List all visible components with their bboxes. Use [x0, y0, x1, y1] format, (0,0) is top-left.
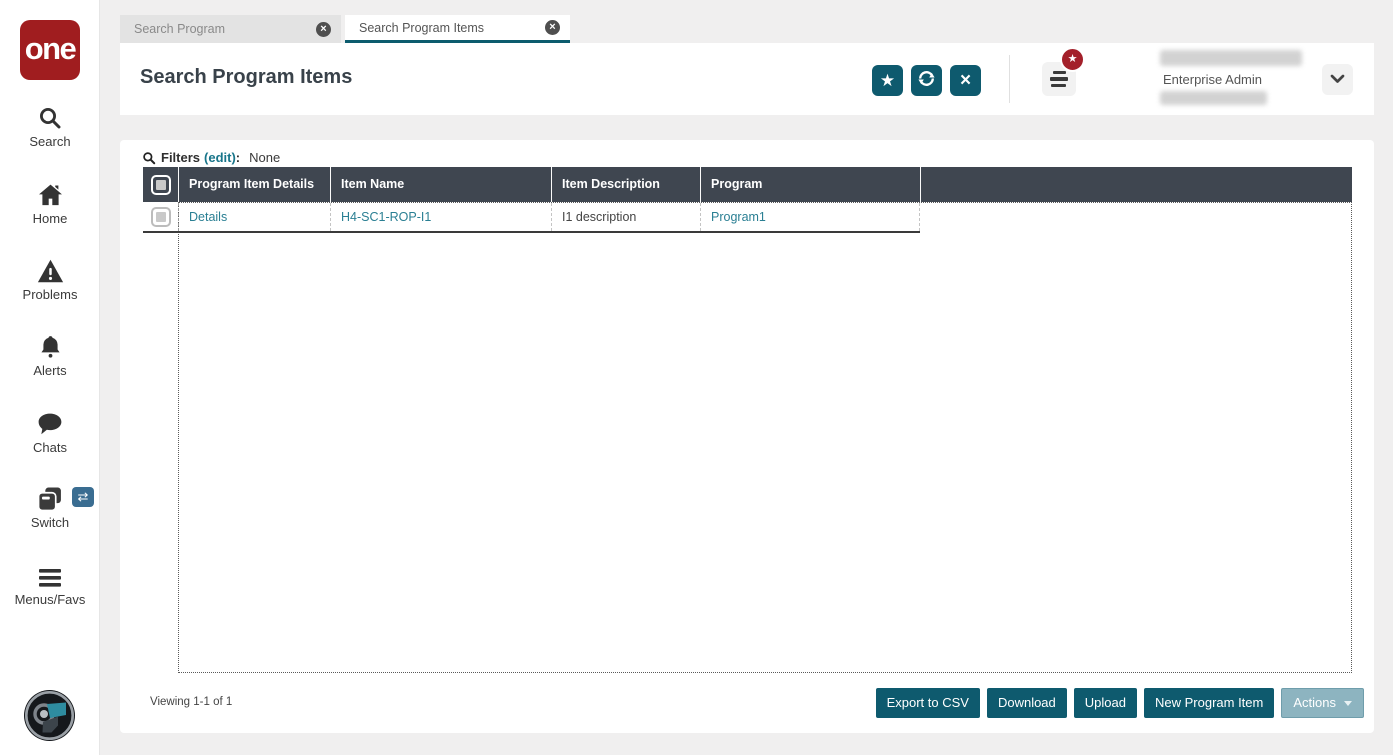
tab-close-icon[interactable]: × [545, 20, 560, 35]
favorite-button[interactable]: ★ [872, 65, 903, 96]
results-table: Program Item Details Item Name Item Desc… [143, 167, 1352, 673]
column-header-item-name[interactable]: Item Name [330, 167, 551, 202]
sidebar-item-search[interactable]: Search [0, 104, 100, 149]
actions-label: Actions [1293, 695, 1336, 710]
row-select-cell [143, 203, 178, 231]
item-name-link[interactable]: H4-SC1-ROP-I1 [341, 210, 431, 224]
tab-label: Search Program [134, 22, 226, 36]
sidebar-item-label: Search [29, 134, 71, 149]
sidebar: one Search Home Problems Alerts Chats Sw… [0, 0, 100, 755]
refresh-icon [917, 69, 936, 93]
favorites-badge: ★ [1060, 47, 1085, 72]
viewing-count: Viewing 1-1 of 1 [150, 696, 233, 708]
filter-search-icon [142, 151, 156, 165]
checkbox-fill [155, 179, 166, 190]
menu-bar [1053, 71, 1066, 75]
star-icon: ★ [879, 70, 896, 90]
item-description-text: I1 description [562, 210, 637, 224]
cell-program: Program1 [700, 203, 920, 231]
user-name-redacted [1160, 50, 1302, 66]
header-divider [1009, 55, 1010, 103]
filters-edit-link[interactable]: (edit) [204, 150, 236, 165]
download-button[interactable]: Download [986, 688, 1067, 718]
menu-icon [0, 562, 100, 589]
cell-item-description: I1 description [551, 203, 700, 231]
tab-close-icon[interactable]: × [316, 21, 331, 37]
app-root: one Search Home Problems Alerts Chats Sw… [0, 0, 1393, 755]
cell-program-item-details: Details [178, 203, 330, 231]
bell-icon [0, 333, 100, 360]
refresh-button[interactable] [911, 65, 942, 96]
sidebar-item-label: Menus/Favs [14, 592, 86, 607]
page-header: Search Program Items ★ × ★ Enterprise Ad… [120, 43, 1374, 115]
swap-arrows-icon: ⇄ [77, 489, 89, 504]
page-title: Search Program Items [140, 66, 353, 88]
new-program-item-button[interactable]: New Program Item [1143, 688, 1275, 718]
column-header-program[interactable]: Program [700, 167, 920, 202]
cell-item-name: H4-SC1-ROP-I1 [330, 203, 551, 231]
close-icon: × [959, 69, 972, 91]
sidebar-item-label: Switch [30, 515, 70, 530]
column-header-filler [920, 167, 1352, 202]
footer-actions: Export to CSV Download Upload New Progra… [875, 688, 1364, 718]
sidebar-item-home[interactable]: Home [0, 181, 100, 226]
sidebar-item-alerts[interactable]: Alerts [0, 333, 100, 378]
chevron-down-icon [1330, 71, 1345, 89]
tab-search-program[interactable]: Search Program × [120, 15, 341, 43]
tab-search-program-items[interactable]: Search Program Items × [345, 15, 570, 43]
user-org-redacted [1160, 91, 1267, 105]
sidebar-item-label: Alerts [33, 363, 67, 378]
warning-triangle-icon [0, 257, 100, 284]
table-row: Details H4-SC1-ROP-I1 I1 description Pro… [143, 203, 920, 233]
sidebar-item-label: Problems [22, 287, 78, 302]
menu-bar [1051, 83, 1066, 87]
search-icon [0, 104, 100, 131]
select-all-cell [143, 167, 178, 202]
table-header-row: Program Item Details Item Name Item Desc… [143, 167, 1352, 202]
filters-separator: : [235, 150, 241, 165]
table-body [178, 202, 1352, 673]
actions-dropdown-button[interactable]: Actions [1281, 688, 1364, 718]
checkbox-fill [155, 212, 166, 222]
caret-down-icon [1344, 700, 1352, 706]
sidebar-item-problems[interactable]: Problems [0, 257, 100, 302]
results-panel: Filters (edit) : None Program Item Detai… [120, 140, 1374, 733]
chat-bubble-icon [0, 410, 100, 437]
column-header-program-item-details[interactable]: Program Item Details [178, 167, 330, 202]
row-checkbox[interactable] [150, 207, 171, 227]
sidebar-item-label: Chats [33, 440, 67, 455]
swap-arrows-badge[interactable]: ⇄ [72, 487, 94, 507]
filters-bar: Filters (edit) : None [142, 150, 280, 165]
sidebar-item-switch[interactable]: Switch ⇄ [0, 485, 100, 530]
sidebar-item-menus-favs[interactable]: Menus/Favs [0, 562, 100, 607]
sidebar-item-chats[interactable]: Chats [0, 410, 100, 455]
column-header-item-description[interactable]: Item Description [551, 167, 700, 202]
program-link[interactable]: Program1 [711, 210, 766, 224]
user-role-label: Enterprise Admin [1163, 72, 1262, 87]
menu-bar [1050, 77, 1068, 81]
one-logo: one [20, 20, 80, 80]
export-to-csv-button[interactable]: Export to CSV [875, 688, 980, 718]
details-link[interactable]: Details [189, 210, 227, 224]
close-button[interactable]: × [950, 65, 981, 96]
upload-button[interactable]: Upload [1073, 688, 1137, 718]
filters-value: None [249, 150, 281, 165]
home-icon [0, 181, 100, 208]
badge-star-icon: ★ [1067, 53, 1078, 65]
user-menu-button[interactable] [1322, 64, 1353, 95]
select-all-checkbox[interactable] [150, 174, 171, 195]
sidebar-item-label: Home [32, 211, 68, 226]
tab-label: Search Program Items [359, 20, 485, 35]
filters-label: Filters [161, 150, 201, 165]
assistant-avatar[interactable] [23, 689, 76, 742]
